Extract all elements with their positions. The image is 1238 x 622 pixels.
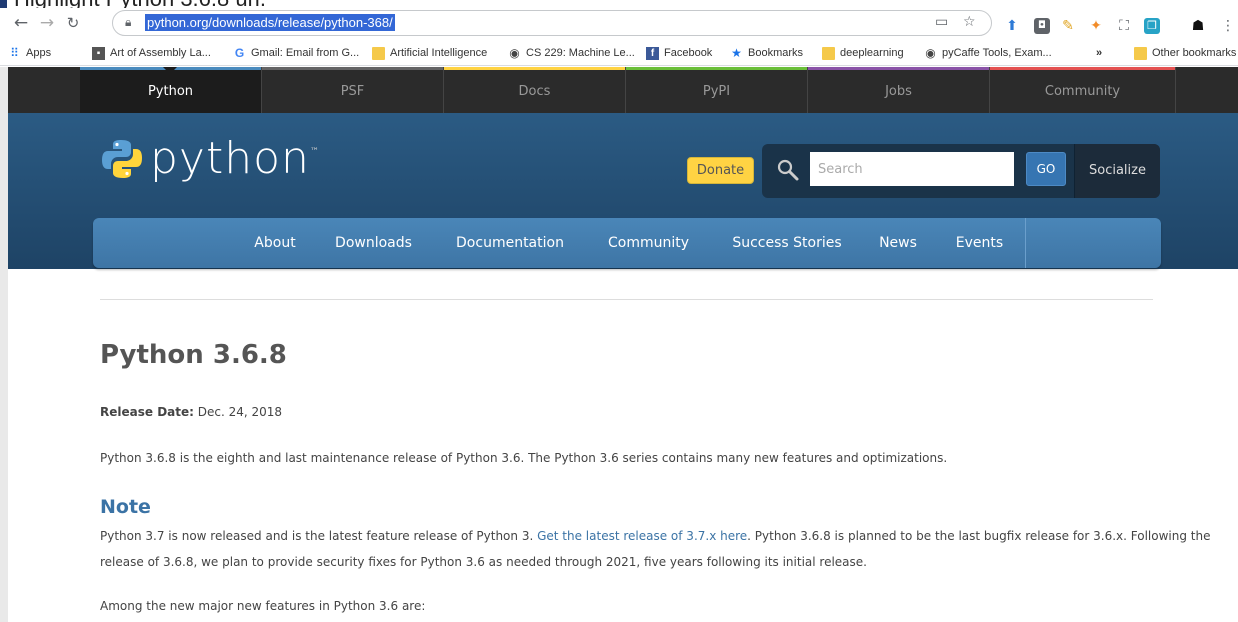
chevron-icon: » <box>1096 47 1103 59</box>
extension-capture-icon[interactable]: ⛶ <box>1116 18 1132 34</box>
active-tab-indicator <box>163 67 177 74</box>
reload-icon[interactable]: ↻ <box>62 12 84 34</box>
facebook-icon: f <box>646 46 659 60</box>
main-nav: About Downloads Documentation Community … <box>93 218 1161 268</box>
back-arrow-icon[interactable]: ← <box>10 12 32 34</box>
python-wordmark: python <box>150 133 310 184</box>
bookmark-label: Artificial Intelligence <box>390 47 488 59</box>
bookmark-bookmarks[interactable]: ★ Bookmarks <box>730 45 803 61</box>
tab-label: Docs <box>518 84 551 99</box>
clipped-caption: Highlight Python 3.6.8 url. <box>0 0 1238 8</box>
main-nav-spacer <box>93 218 218 268</box>
folder-icon <box>372 46 385 60</box>
nav-about[interactable]: About <box>238 218 312 268</box>
globe-icon: ◉ <box>925 45 936 60</box>
go-button[interactable]: GO <box>1026 152 1066 186</box>
extension-pencil-icon[interactable]: ✎ <box>1060 18 1076 34</box>
nav-news[interactable]: News <box>862 218 934 268</box>
tab-label: Community <box>1044 84 1121 99</box>
features-intro: Among the new major new features in Pyth… <box>100 599 426 613</box>
trademark-symbol: ™ <box>310 147 319 157</box>
bookmark-star-icon[interactable]: ☆ <box>963 14 976 30</box>
latest-release-link[interactable]: Get the latest release of 3.7.x here <box>537 529 747 543</box>
extension-arrow-icon[interactable]: ⬆ <box>1004 18 1020 34</box>
tab-jobs[interactable]: Jobs <box>808 67 990 113</box>
bookmark-label: CS 229: Machine Le... <box>526 47 635 59</box>
bookmark-label: Other bookmarks <box>1152 47 1237 59</box>
folder-icon <box>1134 46 1147 60</box>
tab-label: PSF <box>340 84 365 99</box>
release-date: Release Date: Dec. 24, 2018 <box>100 405 282 419</box>
bookmarks-bar: ⠿ Apps ▪ Art of Assembly La... G Gmail: … <box>0 40 1238 66</box>
cast-icon[interactable]: ▭ <box>935 14 948 30</box>
tab-label: Python <box>147 84 194 99</box>
folder-icon <box>822 46 835 60</box>
globe-icon: ◉ <box>509 45 520 60</box>
bookmark-cs229[interactable]: ◉ CS 229: Machine Le... <box>508 45 635 61</box>
nav-success-stories[interactable]: Success Stories <box>712 218 862 268</box>
address-bar[interactable]: 🔒︎ python.org/downloads/release/python-3… <box>112 10 992 36</box>
bookmark-facebook[interactable]: f Facebook <box>646 45 712 61</box>
note-paragraph-line2: release of 3.6.8, we plan to provide sec… <box>100 555 867 569</box>
note-text-part1: Python 3.7 is now released and is the la… <box>100 529 538 543</box>
tab-community[interactable]: Community <box>990 67 1176 113</box>
url-text[interactable]: python.org/downloads/release/python-368/ <box>145 14 395 31</box>
bookmark-artificial-intelligence[interactable]: Artificial Intelligence <box>372 45 487 61</box>
page-left-gutter <box>0 67 8 622</box>
note-heading: Note <box>100 496 151 518</box>
lock-icon: 🔒︎ <box>125 15 132 29</box>
page-title: Python 3.6.8 <box>100 340 287 370</box>
note-paragraph-line1: Python 3.7 is now released and is the la… <box>100 529 1210 543</box>
bookmark-gmail[interactable]: G Gmail: Email from G... <box>233 45 359 61</box>
nav-events[interactable]: Events <box>934 218 1026 268</box>
bookmark-label: Apps <box>26 47 52 59</box>
menu-dots-icon[interactable]: ⋮ <box>1220 18 1236 34</box>
forward-arrow-icon[interactable]: → <box>36 12 58 34</box>
bookmark-label: Bookmarks <box>748 47 804 59</box>
note-text-part2: . Python 3.6.8 is planned to be the last… <box>747 529 1211 543</box>
tab-label: Jobs <box>885 84 912 99</box>
release-date-value: Dec. 24, 2018 <box>193 405 283 419</box>
clipped-caption-text: Highlight Python 3.6.8 url. <box>14 0 266 8</box>
search-icon[interactable] <box>776 158 800 182</box>
profile-incognito-icon[interactable]: ☗ <box>1190 18 1206 34</box>
socialize-button[interactable]: Socialize <box>1074 144 1160 198</box>
nav-downloads[interactable]: Downloads <box>312 218 435 268</box>
site-top-nav: Python PSF Docs PyPI Jobs Community <box>0 67 1238 113</box>
intro-paragraph: Python 3.6.8 is the eighth and last main… <box>100 451 948 465</box>
apps-grid-icon: ⠿ <box>10 45 19 60</box>
extension-shield-icon[interactable]: ◘ <box>1034 18 1050 34</box>
bookmarks-overflow-chevron[interactable]: » <box>1096 45 1102 61</box>
bookmark-pycaffe[interactable]: ◉ pyCaffe Tools, Exam... <box>924 45 1052 61</box>
bookmark-apps[interactable]: ⠿ Apps <box>8 45 51 61</box>
tab-label: PyPI <box>702 84 731 99</box>
python-logo[interactable]: python ™ <box>100 133 319 184</box>
release-date-label: Release Date: <box>100 405 194 419</box>
browser-toolbar: ← → ↻ 🔒︎ python.org/downloads/release/py… <box>0 8 1238 40</box>
page-icon: ▪ <box>92 46 105 60</box>
tab-psf[interactable]: PSF <box>262 67 444 113</box>
extension-feather-icon[interactable]: ✦ <box>1088 18 1104 34</box>
google-g-icon: G <box>234 45 245 60</box>
bookmark-deeplearning[interactable]: deeplearning <box>822 45 904 61</box>
bookmark-label: Gmail: Email from G... <box>251 47 360 59</box>
content-divider <box>100 299 1153 300</box>
star-icon: ★ <box>731 45 742 60</box>
tab-pypi[interactable]: PyPI <box>626 67 808 113</box>
bookmark-other-bookmarks[interactable]: Other bookmarks <box>1134 45 1236 61</box>
bookmark-art-of-assembly[interactable]: ▪ Art of Assembly La... <box>92 45 211 61</box>
bookmark-label: deeplearning <box>840 47 904 59</box>
site-header: python ™ Donate GO Socialize About Downl… <box>0 113 1238 269</box>
python-snake-icon <box>102 139 142 178</box>
tab-docs[interactable]: Docs <box>444 67 626 113</box>
donate-button[interactable]: Donate <box>687 157 754 184</box>
bookmark-label: Art of Assembly La... <box>110 47 211 59</box>
bookmark-label: pyCaffe Tools, Exam... <box>942 47 1052 59</box>
search-widget: GO Socialize <box>762 144 1160 198</box>
nav-documentation[interactable]: Documentation <box>435 218 585 268</box>
search-input[interactable] <box>810 152 1014 186</box>
nav-community[interactable]: Community <box>585 218 712 268</box>
extension-copy-icon[interactable]: ❐ <box>1144 18 1160 34</box>
bookmark-label: Facebook <box>664 47 713 59</box>
